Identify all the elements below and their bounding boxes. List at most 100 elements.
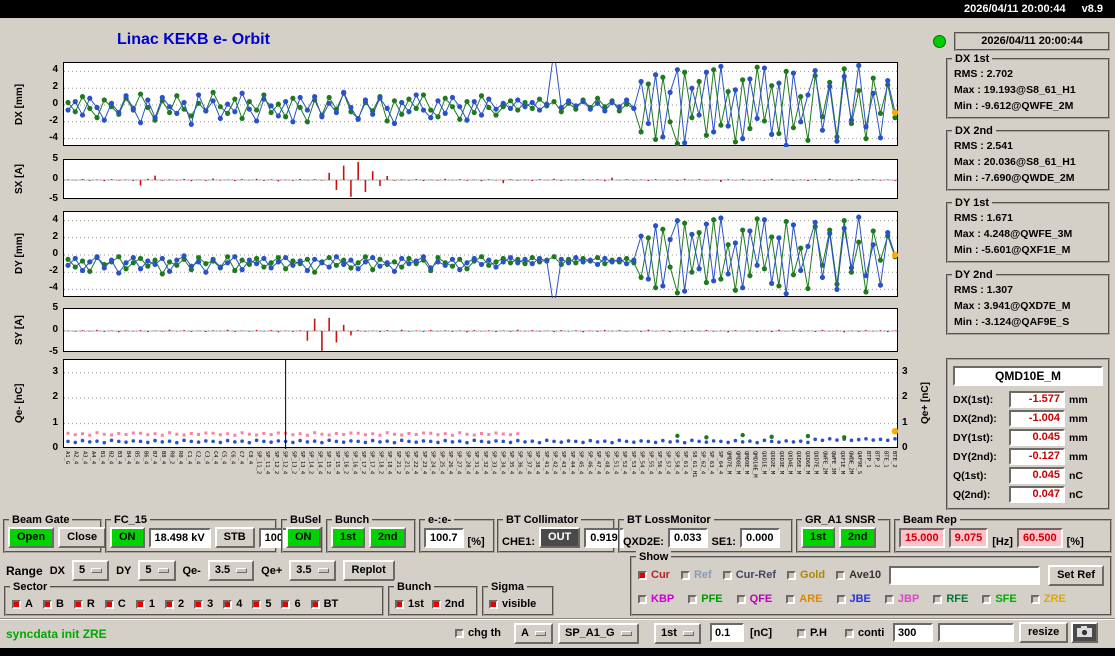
beam-rep-value3-display: 60.500: [1016, 528, 1063, 548]
replot-button[interactable]: Replot: [342, 560, 395, 581]
checkbox-label: C: [117, 598, 126, 610]
show-gold-checkbox[interactable]: Gold: [787, 569, 825, 581]
checkbox-indicator: [982, 594, 992, 604]
bunch-1st-button[interactable]: 1st: [331, 527, 365, 548]
checkbox-indicator: [455, 628, 464, 638]
threshold-input[interactable]: [710, 623, 744, 642]
bpm-label: QXD5E_M: [795, 451, 802, 475]
range-dx-value: 5: [78, 564, 86, 576]
sector-1-checkbox[interactable]: 1: [135, 598, 155, 610]
sector-group: Sector A B R C 1 2 3 4 5 6 BT: [4, 580, 384, 616]
show-cur-checkbox[interactable]: Cur: [638, 569, 670, 581]
bpm-label: C7_4: [238, 451, 245, 465]
bpm-label: C6_4: [229, 451, 236, 465]
sy-chart-plot: [63, 308, 899, 352]
camera-button[interactable]: [1071, 622, 1098, 643]
show-qfe-checkbox[interactable]: QFE: [736, 593, 772, 605]
fc15-on-button[interactable]: ON: [110, 527, 145, 548]
conti-checkbox[interactable]: conti: [845, 627, 884, 639]
bt-lossmonitor-group-label: BT LossMonitor: [624, 513, 714, 527]
show-cur-ref-checkbox[interactable]: Cur-Ref: [722, 569, 776, 581]
sector-4-checkbox[interactable]: 4: [223, 598, 242, 610]
show-zre-checkbox[interactable]: ZRE: [1030, 593, 1066, 605]
bpm-label: C4_4: [211, 451, 218, 465]
bpm-label: A3_4: [81, 451, 88, 465]
extra-input[interactable]: [938, 623, 1014, 642]
bunch-2nd-checkbox[interactable]: 2nd: [431, 598, 464, 610]
bpm-label: B8_4: [159, 451, 166, 465]
sector-a-checkbox[interactable]: A: [12, 598, 33, 610]
monitor-name: QMD10E_M: [953, 366, 1103, 386]
sector-6-checkbox[interactable]: 6: [281, 598, 301, 610]
range-dx-dropdown[interactable]: 5: [71, 560, 110, 581]
sx-tick-label: 0: [52, 173, 58, 184]
monitor-row: DX(2nd): -1.004 mm: [953, 410, 1103, 427]
che1-out-button[interactable]: OUT: [539, 527, 581, 548]
bpm-label: SP_13_2: [290, 451, 297, 475]
range-label: Range: [6, 563, 43, 578]
sector-b-checkbox[interactable]: B: [42, 598, 64, 610]
chg-th-checkbox[interactable]: chg th: [455, 627, 501, 639]
beam-gate-close-button[interactable]: Close: [58, 527, 107, 548]
sector-bt-checkbox[interactable]: BT: [310, 598, 338, 610]
bpm-label: SP_46_4: [586, 451, 593, 475]
resize-button[interactable]: resize: [1019, 622, 1069, 643]
show-pfe-checkbox[interactable]: PFE: [688, 593, 723, 605]
bpm-label: SP_45_4: [577, 451, 584, 475]
bpm-label: SP_43_4: [560, 451, 567, 475]
busel-on-button[interactable]: ON: [286, 527, 321, 548]
sx-chart-plot: [63, 159, 899, 199]
fc15-stb-button[interactable]: STB: [214, 527, 255, 548]
show-rfe-checkbox[interactable]: RFE: [933, 593, 968, 605]
show-jbe-checkbox[interactable]: JBE: [836, 593, 871, 605]
show-ave10-checkbox[interactable]: Ave10: [836, 569, 881, 581]
dropdown-indicator: [157, 568, 169, 573]
ph-checkbox[interactable]: P.H: [797, 627, 827, 639]
range-qe-minus-dropdown[interactable]: 3.5: [207, 560, 255, 581]
checkbox-indicator: [310, 599, 320, 609]
range-dy-dropdown[interactable]: 5: [138, 560, 176, 581]
se1-label: SE1:: [711, 536, 736, 548]
bunch-1st-checkbox[interactable]: 1st: [395, 598, 424, 610]
sector-5-checkbox[interactable]: 5: [252, 598, 271, 610]
bpm-label: SP_34_4: [499, 451, 506, 475]
beam-gate-open-button[interactable]: Open: [8, 527, 55, 548]
show-kbp-checkbox[interactable]: KBP: [638, 593, 674, 605]
gr-a1-snsr-1st-button[interactable]: 1st: [801, 527, 835, 548]
mode-dropdown[interactable]: A: [514, 623, 553, 644]
bpm-label: SP_47_4: [595, 451, 602, 475]
bpm-label: B2_4: [107, 451, 114, 465]
sector-r-checkbox[interactable]: R: [73, 598, 95, 610]
checkbox-label: A: [25, 598, 33, 610]
dropdown-indicator: [91, 568, 103, 573]
checkbox-indicator: [884, 594, 894, 604]
checkbox-indicator: [73, 599, 83, 609]
show-jbp-checkbox[interactable]: JBP: [884, 593, 919, 605]
set-ref-button[interactable]: Set Ref: [1048, 564, 1104, 586]
gr-a1-snsr-2nd-button[interactable]: 2nd: [838, 527, 877, 548]
qxd2e-label: QXD2E:: [623, 536, 664, 548]
bunch-2nd-button[interactable]: 2nd: [368, 527, 407, 548]
monitor-select-dropdown[interactable]: SP_A1_G: [558, 623, 639, 644]
stats-group-title: DX 2nd: [952, 124, 996, 138]
ref-name-input[interactable]: [889, 565, 1041, 585]
sector-3-checkbox[interactable]: 3: [194, 598, 213, 610]
sector-2-checkbox[interactable]: 2: [164, 598, 184, 610]
show-are-checkbox[interactable]: ARE: [786, 593, 823, 605]
bpm-label: SP_18_2: [377, 451, 384, 475]
show-sfe-checkbox[interactable]: SFE: [982, 593, 1017, 605]
interval-input[interactable]: [893, 623, 933, 642]
show-ref-checkbox[interactable]: Ref: [680, 569, 712, 581]
bunch-select-dropdown[interactable]: 1st: [654, 623, 701, 644]
gr-a1-snsr-group-label: GR_A1 SNSR: [802, 513, 879, 527]
checkbox-label: 5: [265, 598, 272, 610]
dx-tick-label: 2: [52, 81, 58, 93]
sector-c-checkbox[interactable]: C: [104, 598, 126, 610]
checkbox-indicator: [431, 599, 441, 609]
dy-chart-plot: [63, 211, 899, 298]
bottom-bar: [0, 648, 1115, 656]
sigma-visible-checkbox[interactable]: visible: [489, 598, 536, 610]
bpm-label: SP_28_4: [464, 451, 471, 475]
top-version: v8.9: [1081, 3, 1103, 15]
range-qe-plus-dropdown[interactable]: 3.5: [289, 560, 336, 581]
